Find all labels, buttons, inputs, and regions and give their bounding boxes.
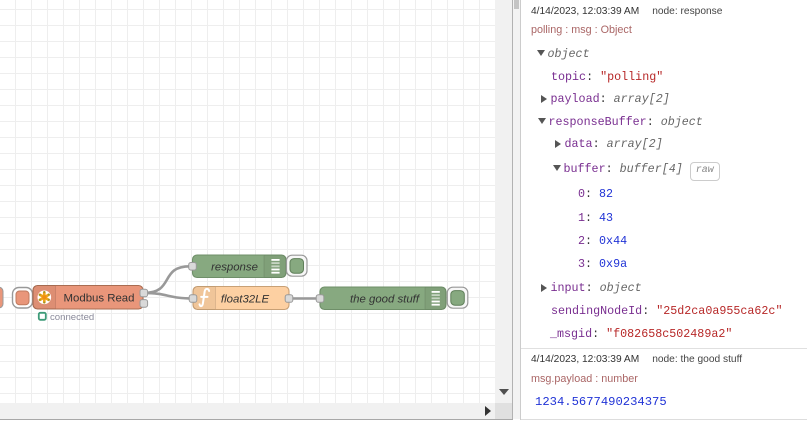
svg-text:response: response <box>211 261 258 273</box>
svg-text:connected: connected <box>50 312 94 323</box>
svg-text:float32LE: float32LE <box>221 293 270 305</box>
svg-text:Modbus Read: Modbus Read <box>64 292 135 304</box>
svg-text:the good stuff: the good stuff <box>350 293 421 305</box>
